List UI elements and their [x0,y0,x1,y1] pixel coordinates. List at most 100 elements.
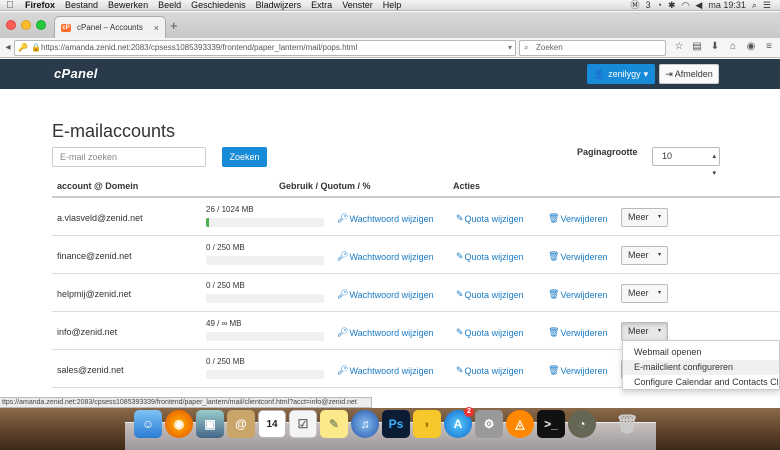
more-button[interactable]: Meer ▾ [621,322,668,341]
reminders-icon[interactable]: ☑ [289,410,317,438]
apple-menu-icon[interactable]:  [0,0,20,10]
delete-label: Verwijderen [560,289,608,300]
itunes-icon[interactable]: ♫ [351,410,379,438]
delete-link[interactable]: 🗑︎ Verwijderen [548,289,607,300]
menu-item-configure-client[interactable]: E-mailclient configureren [623,360,779,375]
delete-label: Verwijderen [560,365,608,376]
menu-venster[interactable]: Venster [337,0,378,10]
url-dropdown-icon[interactable]: ▾ [508,41,512,55]
time-machine-icon[interactable]: ◔ [654,0,665,10]
change-quota-link[interactable]: ✎ Quota wijzigen [456,251,524,262]
key-icon: 🔑︎ [337,251,349,261]
menu-bladwijzers[interactable]: Bladwijzers [251,0,307,10]
search-bar[interactable]: ⌕ Zoeken [519,40,666,56]
menu-firefox[interactable]: Firefox [20,0,60,10]
change-quota-link[interactable]: ✎ Quota wijzigen [456,327,524,338]
change-password-link[interactable]: 🔑︎ Wachtwoord wijzigen [337,327,434,338]
notes-icon[interactable]: ✎ [320,410,348,438]
page-size-select[interactable]: 10 ▴ ▾ [652,147,720,177]
disk-utility-icon[interactable]: ◔ [568,410,596,438]
search-button[interactable]: Zoeken [222,147,267,167]
preview-icon[interactable]: ▣ [196,410,224,438]
cpanel-logo[interactable]: cPanel [54,66,98,81]
change-quota-link[interactable]: ✎ Quota wijzigen [456,365,524,376]
menu-bestand[interactable]: Bestand [60,0,103,10]
contacts-icon[interactable]: @ [227,410,255,438]
menu-geschiedenis[interactable]: Geschiedenis [186,0,251,10]
finder-icon[interactable]: ☺ [134,410,162,438]
logout-button[interactable]: ⇥ Afmelden [659,64,719,84]
volume-icon[interactable]: ◀ [692,0,705,10]
identity-icon[interactable]: 🔑 [18,41,28,55]
notification-center-icon[interactable]: ☰ [760,0,774,10]
change-password-link[interactable]: 🔑︎ Wachtwoord wijzigen [337,251,434,262]
window-zoom-button[interactable] [36,20,46,30]
menubar-clock[interactable]: ma 19:31 [705,0,749,10]
tab-close-icon[interactable]: × [154,23,159,33]
cyberduck-icon[interactable]: ◗ [413,410,441,438]
user-menu-button[interactable]: 👤 zenilygy ▾ [587,64,655,84]
status-count[interactable]: 3 [643,0,654,10]
delete-link[interactable]: 🗑︎ Verwijderen [548,251,607,262]
toolbar-icons: ☆ ▤ ⬇ ⌂ ◉ ≡ [672,41,776,52]
change-password-link[interactable]: 🔑︎ Wachtwoord wijzigen [337,213,434,224]
more-label: Meer [628,288,649,298]
menu-item-webmail[interactable]: Webmail openen [623,345,779,360]
change-password-link[interactable]: 🔑︎ Wachtwoord wijzigen [337,289,434,300]
spotlight-icon[interactable]: ⌕ [749,0,760,10]
header-account[interactable]: account @ Domein [57,181,138,191]
url-bar[interactable]: 🔑 🔒 https://amanda.zenid.net:2083/cpsess… [14,40,516,56]
photoshop-icon[interactable]: Ps [382,410,410,438]
change-quota-label: Quota wijzigen [464,327,524,338]
new-tab-button[interactable]: + [170,18,178,33]
tab-cpanel-accounts[interactable]: cP cPanel – Accounts × [54,16,166,38]
menu-help[interactable]: Help [378,0,407,10]
header-usage[interactable]: Gebruik / Quotum / % [279,181,371,191]
more-button[interactable]: Meer ▾ [621,246,668,265]
system-preferences-icon[interactable]: ⚙ [475,410,503,438]
home-icon[interactable]: ⌂ [726,41,740,52]
usage-progress-fill [206,218,209,227]
page-size-value: 10 [662,151,673,161]
menu-hamburger-icon[interactable]: ≡ [762,41,776,52]
menu-bewerken[interactable]: Bewerken [103,0,153,10]
firefox-icon[interactable]: ◉ [165,410,193,438]
input-menu-icon[interactable]: Ⓜ [628,0,643,10]
app-store-icon[interactable]: A2 [444,407,474,438]
more-label: Meer [628,212,649,222]
bookmark-star-icon[interactable]: ☆ [672,41,686,52]
delete-label: Verwijderen [560,213,608,224]
bookmarks-list-icon[interactable]: ▤ [690,41,704,52]
change-password-link[interactable]: 🔑︎ Wachtwoord wijzigen [337,365,434,376]
email-search-input[interactable]: E-mail zoeken [52,147,206,167]
macos-menubar:  Firefox Bestand Bewerken Beeld Geschie… [0,0,780,11]
calendar-icon[interactable]: 14 [258,410,286,438]
key-icon: 🔑︎ [337,289,349,299]
more-button[interactable]: Meer ▾ [621,284,668,303]
menu-beeld[interactable]: Beeld [153,0,186,10]
change-password-label: Wachtwoord wijzigen [349,365,434,376]
menu-extra[interactable]: Extra [306,0,337,10]
key-icon: 🔑︎ [337,327,349,337]
pocket-icon[interactable]: ◉ [744,41,758,52]
delete-link[interactable]: 🗑︎ Verwijderen [548,213,607,224]
window-minimize-button[interactable] [21,20,31,30]
link-status-bar: ttps://amanda.zenid.net:2083/cpsess10853… [0,397,372,408]
menu-item-calendar-contacts[interactable]: Configure Calendar and Contacts Client [623,375,779,390]
delete-link[interactable]: 🗑︎ Verwijderen [548,365,607,376]
search-bar-placeholder: Zoeken [536,43,563,52]
change-quota-link[interactable]: ✎ Quota wijzigen [456,213,524,224]
change-password-label: Wachtwoord wijzigen [349,289,434,300]
downloads-icon[interactable]: ⬇ [708,41,722,52]
delete-link[interactable]: 🗑︎ Verwijderen [548,327,607,338]
vlc-icon[interactable]: ◬ [506,410,534,438]
change-quota-link[interactable]: ✎ Quota wijzigen [456,289,524,300]
key-icon: 🔑︎ [337,213,349,223]
wifi-icon[interactable]: ◠ [679,0,693,10]
trash-icon[interactable]: 🗑 [613,410,641,438]
window-close-button[interactable] [6,20,16,30]
terminal-icon[interactable]: >_ [537,410,565,438]
more-button[interactable]: Meer ▾ [621,208,668,227]
caret-down-icon: ▾ [657,252,661,258]
bluetooth-icon[interactable]: ✱ [665,0,679,10]
